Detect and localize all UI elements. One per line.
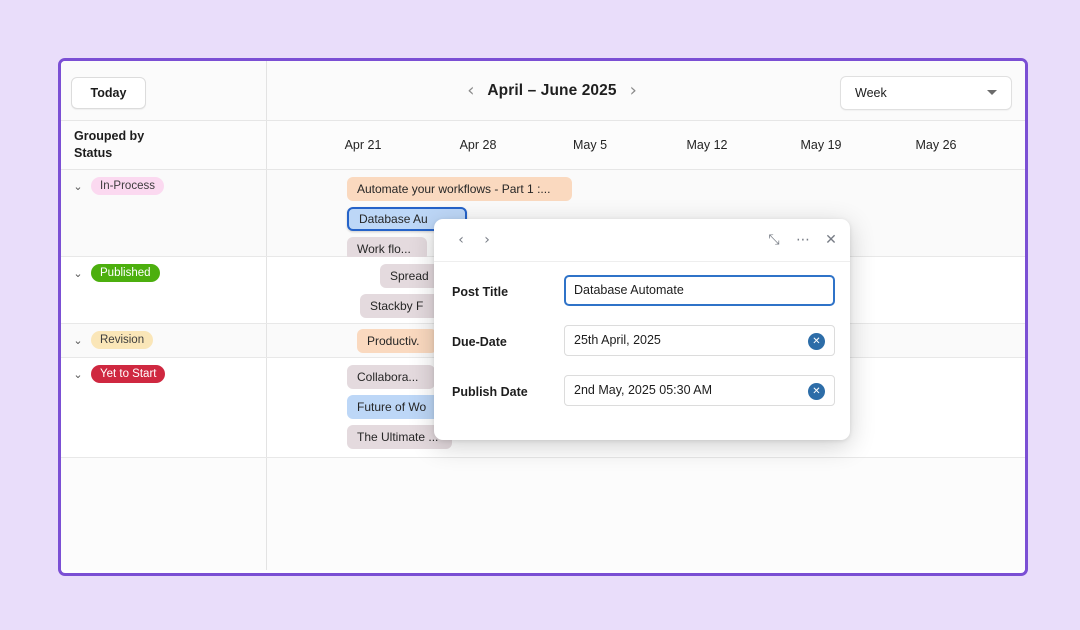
chevron-down-icon[interactable]: ⌄ [71,333,85,347]
chevron-down-icon [987,90,997,95]
grouped-by-label: Grouped by [74,128,266,145]
timeline-tick: May 5 [573,138,607,152]
clear-field-icon[interactable]: ✕ [808,333,825,350]
field-input[interactable]: 2nd May, 2025 05:30 AM ✕ [564,375,835,406]
field-value: 2nd May, 2025 05:30 AM [574,383,712,397]
next-range-icon[interactable]: › [630,82,637,100]
view-scale-select[interactable]: Week [840,76,1012,110]
timeline-tick: Apr 21 [345,138,382,152]
field-value: Database Automate [574,283,684,297]
status-badge: Yet to Start [91,365,165,383]
group-header-cell: ⌄ In-Process [61,170,267,256]
status-badge: Published [91,264,160,282]
status-badge: Revision [91,331,153,349]
field-input[interactable]: Database Automate [564,275,835,306]
record-detail-modal: ‹ › ⤡ ⋯ ✕ Post Title Database Automate Due… [434,219,850,440]
status-badge: In-Process [91,177,164,195]
empty-filler-row [61,458,1025,570]
modal-field-row: Post Title Database Automate [434,270,850,320]
chevron-down-icon[interactable]: ⌄ [71,367,85,381]
grouped-by-header: Grouped by Status [61,121,267,169]
empty-filler-left-cell [61,458,267,570]
group-header-cell: ⌄ Published [61,257,267,323]
field-label: Publish Date [452,385,528,399]
clear-field-icon[interactable]: ✕ [808,383,825,400]
field-label: Due-Date [452,335,507,349]
timeline-tick: Apr 28 [460,138,497,152]
modal-close-icon[interactable]: ✕ [822,231,840,249]
grouped-by-field: Status [74,145,266,162]
modal-field-list: Post Title Database Automate Due-Date 25th … [434,262,850,440]
calendar-app-frame: Today ‹ April – June 2025 › Week Grouped… [58,58,1028,576]
modal-expand-icon[interactable]: ⤡ [765,231,783,249]
modal-next-record-icon[interactable]: › [478,231,496,249]
timeline-tick: May 19 [801,138,842,152]
modal-field-row: Due-Date 25th April, 2025 ✕ [434,320,850,370]
timeline-tick: May 26 [916,138,957,152]
timeline-bar[interactable]: Productiv. [357,329,437,353]
timeline-bar[interactable]: Collabora... [347,365,435,389]
modal-header: ‹ › ⤡ ⋯ ✕ [434,219,850,262]
view-scale-value: Week [855,86,887,100]
timeline-tick: May 12 [687,138,728,152]
field-value: 25th April, 2025 [574,333,661,347]
date-range-label: April – June 2025 [487,82,616,100]
toolbar-left-pane: Today [61,61,267,120]
modal-previous-record-icon[interactable]: ‹ [452,231,470,249]
timeline-bar[interactable]: Future of Wo [347,395,447,419]
previous-range-icon[interactable]: ‹ [467,82,474,100]
group-header-cell: ⌄ Yet to Start [61,358,267,457]
timeline-bar[interactable]: Automate your workflows - Part 1 :... [347,177,572,201]
modal-more-options-icon[interactable]: ⋯ [794,231,812,249]
timeline-date-ticks: Apr 21Apr 28May 5May 12May 19May 26Jun 2 [267,121,1025,169]
chevron-down-icon[interactable]: ⌄ [71,179,85,193]
chevron-down-icon[interactable]: ⌄ [71,266,85,280]
today-button[interactable]: Today [71,77,146,109]
column-header-row: Grouped by Status Apr 21 Apr 28 May 5 May 1… [61,121,1025,170]
date-range-nav: ‹ April – June 2025 › [267,61,837,120]
field-input[interactable]: 25th April, 2025 ✕ [564,325,835,356]
group-header-cell: ⌄ Revision [61,324,267,357]
modal-field-row: Publish Date 2nd May, 2025 05:30 AM ✕ [434,370,850,420]
timeline-bar[interactable]: Stackby F [360,294,440,318]
toolbar: Today ‹ April – June 2025 › Week [61,61,1025,121]
field-label: Post Title [452,285,508,299]
